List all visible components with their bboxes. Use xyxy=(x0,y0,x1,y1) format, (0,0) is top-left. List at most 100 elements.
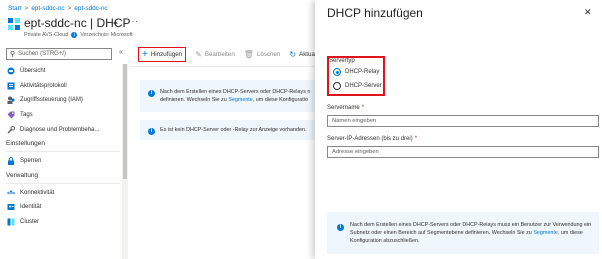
radio-selected-icon xyxy=(333,68,341,76)
activity-log-icon xyxy=(6,82,15,90)
breadcrumb-parent[interactable]: ept-sddc-nc xyxy=(31,5,64,12)
title-separator: | xyxy=(86,16,97,30)
sidebar-item-locks[interactable]: Sperren xyxy=(6,154,120,169)
scrollbar-thumb[interactable] xyxy=(123,64,127,179)
sidebar-item-label: Übersicht xyxy=(20,68,46,75)
iam-icon xyxy=(6,96,15,105)
info-banner-line2-post: , um diese Konfiguratio xyxy=(252,97,308,103)
private-cloud-icon xyxy=(8,18,20,30)
breadcrumb-separator: > xyxy=(24,5,29,12)
info-banner-line1: Nach dem Erstellen eines DHCP-Servers od… xyxy=(160,89,311,95)
info-icon: i xyxy=(148,90,155,97)
delete-button[interactable]: 🗑 Löschen xyxy=(244,50,281,59)
sidebar-item-label: Diagnose und Problembeha... xyxy=(20,126,100,133)
connectivity-icon xyxy=(6,189,15,197)
required-marker: * xyxy=(361,105,365,111)
sidebar-item-diagnose[interactable]: Diagnose und Problembeha... xyxy=(6,122,120,137)
servername-placeholder: Namen eingeben xyxy=(332,118,377,124)
radio-unselected-icon xyxy=(333,82,341,90)
add-button-label: Hinzufügen xyxy=(150,51,183,58)
sidebar-item-label: Cluster xyxy=(20,219,40,226)
trash-icon: 🗑 xyxy=(243,50,254,59)
sidebar-item-cluster[interactable]: Cluster xyxy=(6,215,120,230)
ip-addresses-label-text: Server-IP-Adressen (bis zu drei) xyxy=(327,136,413,142)
close-icon[interactable]: ✕ xyxy=(584,7,592,18)
resource-subtitle: Private AVS-Cloud i Verzeichnis: Microso… xyxy=(24,32,133,38)
diagnose-icon xyxy=(6,125,15,134)
empty-state-text: Es ist kein DHCP-Server oder -Relay zur … xyxy=(160,127,307,133)
info-icon: i xyxy=(337,224,344,231)
refresh-icon: ↻ xyxy=(289,50,297,59)
sidebar-item-label: Sperren xyxy=(20,158,42,165)
add-button[interactable]: + Hinzufügen xyxy=(138,47,187,62)
more-options-icon[interactable]: ··· xyxy=(128,17,139,26)
delete-button-label: Löschen xyxy=(256,51,281,58)
servername-input[interactable]: Namen eingeben xyxy=(327,115,599,127)
sidebar-item-label: Konnektivität xyxy=(20,189,55,196)
sidebar-item-activity-log[interactable]: Aktivitätsprotokoll xyxy=(6,79,120,94)
sidebar-item-connectivity[interactable]: Konnektivität xyxy=(6,186,120,201)
sidebar-scrollbar[interactable] xyxy=(122,64,128,259)
add-dhcp-panel: DHCP hinzufügen ✕ Servertyp DHCP-Relay D… xyxy=(315,0,602,259)
radio-dhcp-server-label: DHCP-Server xyxy=(345,83,382,89)
sidebar-item-tags[interactable]: Tags xyxy=(6,108,120,123)
sidebar-item-iam[interactable]: Zugriffssteuerung (IAM) xyxy=(6,93,120,108)
breadcrumb-separator: > xyxy=(67,5,72,12)
breadcrumb-current[interactable]: ept-sddc-nc xyxy=(74,5,107,12)
sidebar-item-label: Identität xyxy=(20,204,42,211)
sidebar-item-label: Aktivitätsprotokoll xyxy=(20,82,67,89)
collapse-sidebar-icon[interactable]: « xyxy=(119,49,123,56)
info-banner-line2: definieren. Wechseln Sie zu Segmente, um… xyxy=(160,96,310,104)
radio-dhcp-server[interactable]: DHCP-Server xyxy=(333,82,382,90)
radio-dhcp-relay-label: DHCP-Relay xyxy=(345,69,380,75)
servertype-highlight xyxy=(327,56,385,96)
servername-label: Servername * xyxy=(327,105,364,111)
segments-link[interactable]: Segmente xyxy=(228,97,253,103)
command-bar: + Hinzufügen ✎ Bearbeiten 🗑 Löschen ↻ Ak… xyxy=(138,47,325,62)
search-icon: ⚲ xyxy=(10,51,16,58)
dhcp-blade: Start > ept-sddc-nc > ept-sddc-nc ept-sddc-n… xyxy=(0,0,316,259)
edit-button-label: Bearbeiten xyxy=(204,51,235,58)
info-icon: i xyxy=(71,32,78,38)
info-icon: i xyxy=(148,128,155,135)
ip-address-placeholder: Adresse eingeben xyxy=(332,149,379,155)
cluster-icon xyxy=(6,218,15,226)
sidebar-item-label: Zugriffssteuerung (IAM) xyxy=(20,97,83,104)
directory-label: Verzeichnis: Microsoft xyxy=(80,32,133,38)
panel-title: DHCP hinzufügen xyxy=(327,6,423,20)
resource-name: ept-sddc-nc xyxy=(24,16,87,30)
plus-icon: + xyxy=(142,49,148,60)
info-banner-text: Nach dem Erstellen eines DHCP-Servers od… xyxy=(160,88,310,112)
lock-icon xyxy=(6,157,15,166)
overview-icon xyxy=(6,67,15,75)
search-placeholder: Suchen (STRG+/) xyxy=(18,51,66,57)
panel-info-banner: i Nach dem Erstellen eines DHCP-Servers … xyxy=(327,212,599,254)
sidebar-item-label: Tags xyxy=(20,112,33,119)
info-banner-empty: i Es ist kein DHCP-Server oder -Relay zu… xyxy=(140,120,315,140)
tag-icon xyxy=(6,111,15,119)
servername-label-text: Servername xyxy=(327,105,360,111)
sidebar-nav: Übersicht Aktivitätsprotokoll Zugriffsst… xyxy=(6,64,120,229)
pin-icon[interactable]: ✦ xyxy=(112,19,119,28)
info-banner-segments: i Nach dem Erstellen eines DHCP-Servers … xyxy=(140,80,315,112)
section-header-settings: Einstellungen xyxy=(6,137,120,152)
radio-dhcp-relay[interactable]: DHCP-Relay xyxy=(333,68,379,76)
sidebar-search-input[interactable]: ⚲ Suchen (STRG+/) xyxy=(6,48,112,60)
edit-button[interactable]: ✎ Bearbeiten xyxy=(195,50,235,59)
identity-icon xyxy=(6,203,15,211)
panel-segments-link[interactable]: Segmente xyxy=(533,230,558,236)
toolbar-divider xyxy=(130,66,315,67)
section-header-manage: Verwaltung xyxy=(6,169,120,184)
breadcrumb-start[interactable]: Start xyxy=(8,5,22,12)
breadcrumb: Start > ept-sddc-nc > ept-sddc-nc xyxy=(8,5,108,12)
info-banner-line2-pre: definieren. Wechseln Sie zu xyxy=(160,97,229,103)
sidebar-item-identity[interactable]: Identität xyxy=(6,200,120,215)
refresh-button-label: Aktual xyxy=(299,51,317,58)
refresh-button[interactable]: ↻ Aktual xyxy=(289,50,316,59)
ip-addresses-label: Server-IP-Adressen (bis zu drei) * xyxy=(327,136,417,142)
resource-type: Private AVS-Cloud xyxy=(24,32,69,38)
sidebar-item-overview[interactable]: Übersicht xyxy=(6,64,120,79)
ip-address-input[interactable]: Adresse eingeben xyxy=(327,146,599,158)
required-marker: * xyxy=(414,136,418,142)
panel-info-text: Nach dem Erstellen eines DHCP-Servers od… xyxy=(350,221,595,254)
